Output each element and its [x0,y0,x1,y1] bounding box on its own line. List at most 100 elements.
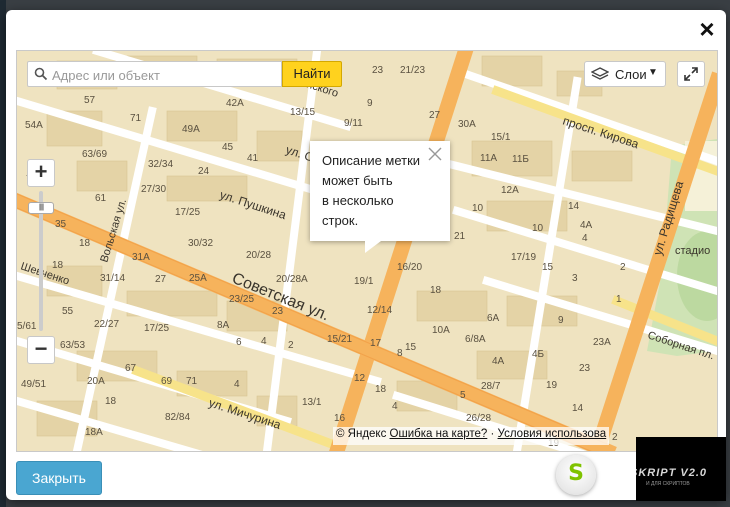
house-number-label: 8А [217,320,230,331]
house-number-label: 3 [572,273,578,284]
house-number-label: 27/30 [141,184,166,195]
house-number-label: 4 [261,336,267,347]
house-number-label: 41 [247,153,259,164]
house-number-label: 30/32 [188,238,213,249]
house-number-label: 26/28 [466,413,491,424]
house-number-label: 63/53 [60,340,85,351]
house-number-label: 11Б [512,154,529,165]
zoom-slider-handle[interactable]: |||||| [28,202,54,214]
house-number-label: 20А [87,376,105,387]
house-number-label: 15/21 [327,334,352,345]
house-number-label: 57 [84,95,96,106]
search-box[interactable] [27,61,282,87]
house-number-label: 16 [334,413,346,424]
house-number-label: 15/1 [491,132,511,143]
house-number-label: 12А [501,185,519,196]
placemark-balloon: Описание метки может быть в несколько ст… [310,141,450,253]
s-logo-icon: S [556,455,596,495]
map-dialog: × Советская ул. ул. Пушкина просп. Киров… [6,10,726,500]
expand-icon [684,67,698,81]
layers-button[interactable]: Слои ▼ [584,61,666,87]
house-number-label: 9 [558,315,564,326]
house-number-label: 23 [272,306,284,317]
house-number-label: 30А [458,119,476,130]
house-number-label: 32/34 [148,159,173,170]
house-number-label: 4А [492,356,505,367]
house-number-label: 4 [582,233,588,244]
layers-icon [591,67,609,80]
house-number-label: 18 [375,384,387,395]
house-number-label: 4А [580,220,593,231]
house-number-label: 71 [186,376,198,387]
house-number-label: 10 [472,203,484,214]
search-icon [34,67,48,81]
close-button[interactable]: Закрыть [16,461,102,495]
house-number-label: 35 [55,219,67,230]
balloon-text-line: может быть [322,173,393,188]
close-icon[interactable]: × [696,16,718,42]
house-number-label: 27 [429,110,441,121]
house-number-label: 18 [52,260,64,271]
house-number-label: 19 [546,380,558,391]
map-error-link[interactable]: Ошибка на карте? [390,428,488,440]
house-number-label: 15 [542,262,554,273]
house-number-label: 23/25 [229,294,254,305]
house-number-label: 17/19 [511,252,536,263]
house-number-label: 71 [130,113,142,124]
zoom-in-button[interactable]: + [27,159,55,187]
house-number-label: 11А [480,153,497,164]
map-container[interactable]: Советская ул. ул. Пушкина просп. Кирова … [16,50,718,452]
house-number-label: 67 [125,363,137,374]
find-button[interactable]: Найти [282,61,342,87]
house-number-label: 9/11 [344,118,363,129]
house-number-label: 45 [222,142,234,153]
house-number-label: 14 [572,403,584,414]
house-number-label: 15 [405,342,417,353]
balloon-close-icon[interactable] [428,147,442,161]
house-number-label: 2 [612,432,618,443]
house-number-label: 14 [568,201,580,212]
house-number-label: 18 [430,285,442,296]
balloon-text-line: в несколько [322,193,394,208]
house-number-label: 24 [198,166,210,177]
street-label-stadium: стадио [675,245,710,257]
house-number-label: 19/1 [354,276,374,287]
house-number-label: 54А [25,120,43,131]
house-number-label: 4 [234,379,240,390]
house-number-label: 49/51 [21,379,46,390]
house-number-label: 4Б [532,349,545,360]
terms-link[interactable]: Условия использова [498,428,607,440]
house-number-label: 10 [532,223,544,234]
zoom-out-button[interactable]: − [27,336,55,364]
house-number-label: 5/61 [17,321,37,332]
map-copyright: © Яндекс Ошибка на карте? · Условия испо… [333,427,610,445]
house-number-label: 5 [460,390,466,401]
search-input[interactable] [50,65,279,85]
svg-text:И ДЛЯ СКРИПТОВ: И ДЛЯ СКРИПТОВ [646,481,690,487]
balloon-text-line: строк. [322,213,359,228]
house-number-label: 18 [105,396,117,407]
house-number-label: 6А [487,313,500,324]
s-letter-icon: S [568,461,584,486]
house-number-label: 9 [367,98,373,109]
house-number-label: 55 [62,306,74,317]
house-number-label: 63/69 [82,149,107,160]
house-number-label: 6 [236,337,242,348]
house-number-label: 8 [397,348,403,359]
chevron-down-icon: ▼ [648,67,658,78]
house-number-label: 23 [579,363,591,374]
layers-button-label: Слои [615,67,647,82]
house-number-label: 18 [79,238,91,249]
house-number-label: 21 [454,231,466,242]
house-number-label: 23А [593,337,611,348]
house-number-label: 28/7 [481,381,501,392]
house-number-label: 49А [182,124,200,135]
fullscreen-button[interactable] [677,61,705,87]
house-number-label: 69 [161,376,173,387]
house-number-label: 12/14 [367,305,392,316]
house-number-label: 13/1 [302,397,322,408]
house-number-label: 23 [372,65,384,76]
house-number-label: 17/25 [175,207,200,218]
house-number-label: 82/84 [165,412,190,423]
house-number-label: 2 [288,340,294,351]
